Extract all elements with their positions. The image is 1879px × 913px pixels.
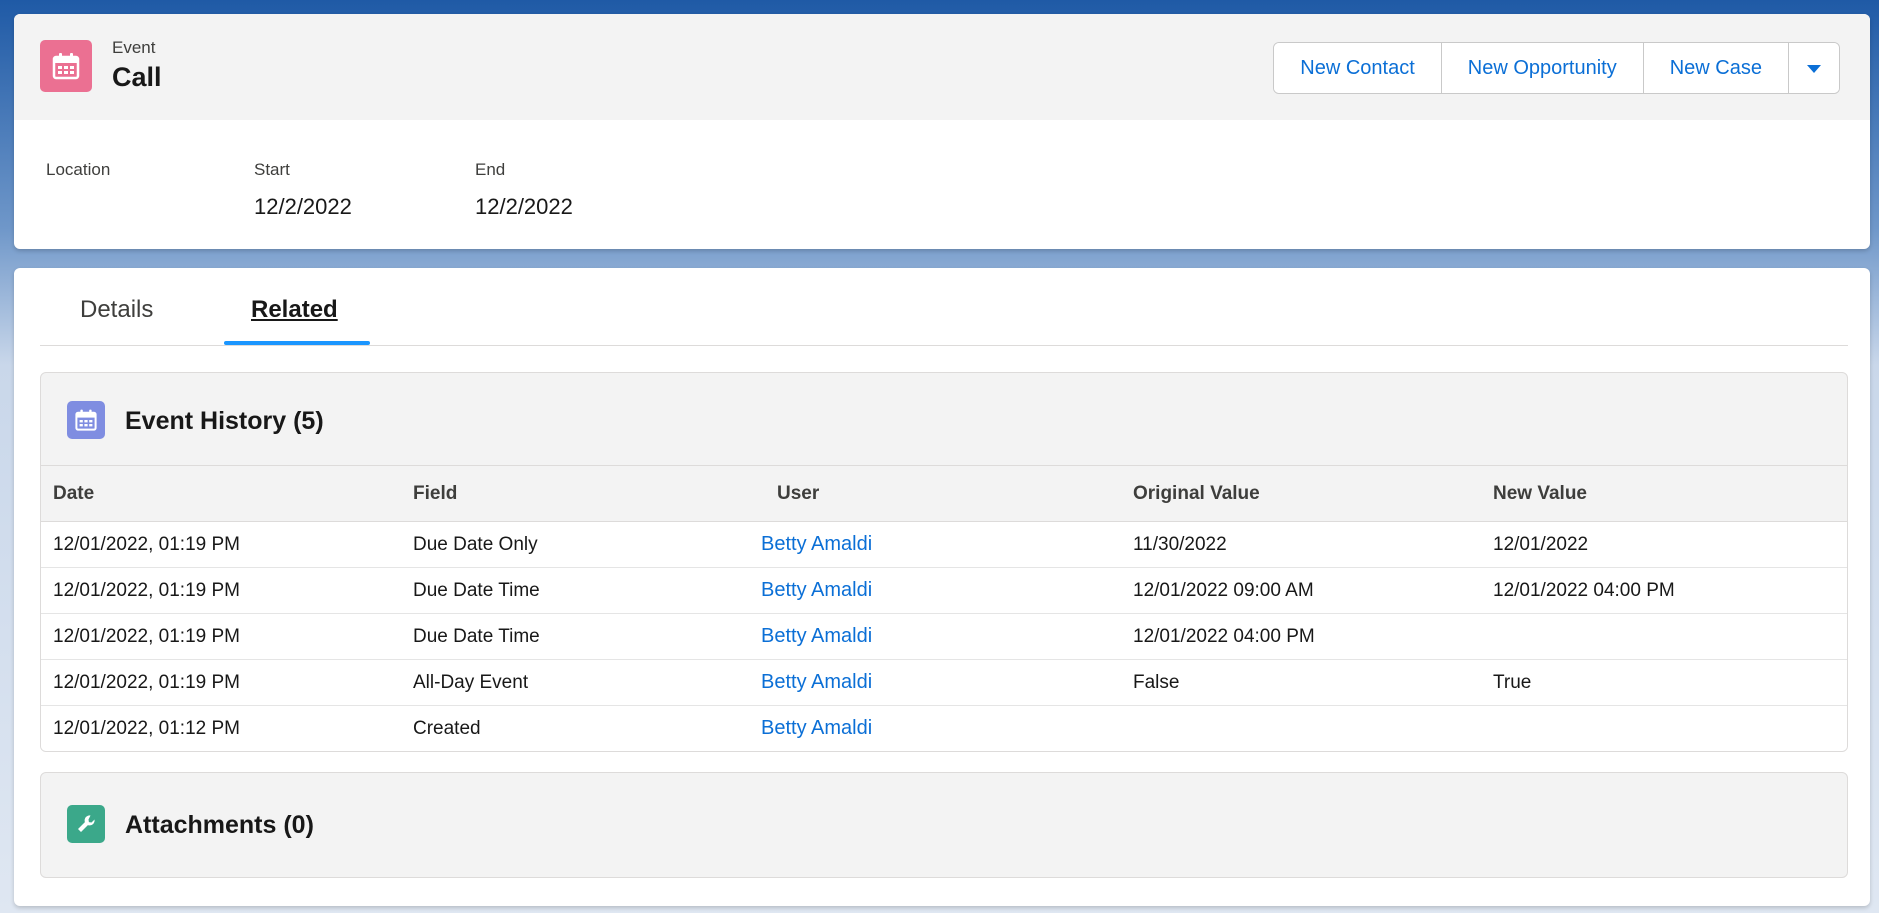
- cell-user-link[interactable]: Betty Amaldi: [761, 659, 1121, 706]
- start-field: Start 12/2/2022: [254, 160, 352, 220]
- cell-new-value: [1481, 613, 1847, 660]
- cell-original-value: 11/30/2022: [1121, 521, 1481, 568]
- new-opportunity-button[interactable]: New Opportunity: [1441, 43, 1644, 93]
- column-header-original-value[interactable]: Original Value: [1121, 465, 1481, 522]
- column-header-field[interactable]: Field: [401, 465, 761, 522]
- new-contact-button[interactable]: New Contact: [1274, 43, 1442, 93]
- entity-label: Event: [112, 38, 156, 57]
- cell-field: Due Date Time: [401, 613, 761, 660]
- table-row: 12/01/2022, 01:19 PM Due Date Only Betty…: [41, 521, 1847, 568]
- end-field: End 12/2/2022: [475, 160, 573, 220]
- cell-original-value: False: [1121, 659, 1481, 706]
- cell-date: 12/01/2022, 01:12 PM: [41, 705, 401, 751]
- cell-original-value: 12/01/2022 04:00 PM: [1121, 613, 1481, 660]
- cell-original-value: 12/01/2022 09:00 AM: [1121, 567, 1481, 614]
- new-case-button[interactable]: New Case: [1643, 43, 1789, 93]
- wrench-icon: [67, 805, 105, 843]
- location-field: Location: [46, 160, 110, 194]
- tab-related[interactable]: Related: [251, 296, 338, 324]
- cell-field: All-Day Event: [401, 659, 761, 706]
- attachments-header: Attachments (0): [41, 773, 1847, 865]
- table-row: 12/01/2022, 01:19 PM All-Day Event Betty…: [41, 659, 1847, 706]
- table-header-row: Date Field User Original Value New Value: [41, 465, 1847, 522]
- action-button-group: New Contact New Opportunity New Case: [1273, 42, 1840, 94]
- record-header: Event Call New Contact New Opportunity N…: [14, 14, 1870, 120]
- end-value: 12/2/2022: [475, 194, 573, 219]
- cell-user-link[interactable]: Betty Amaldi: [761, 613, 1121, 660]
- record-highlights-panel: Event Call New Contact New Opportunity N…: [14, 14, 1870, 249]
- related-card: Details Related Event History (5) Date F…: [14, 268, 1870, 906]
- cell-field: Created: [401, 705, 761, 751]
- attachments-related-list: Attachments (0): [40, 772, 1848, 878]
- cell-new-value: [1481, 705, 1847, 751]
- cell-field: Due Date Time: [401, 567, 761, 614]
- event-history-related-list: Event History (5) Date Field User Origin…: [40, 372, 1848, 752]
- cell-user-link[interactable]: Betty Amaldi: [761, 521, 1121, 568]
- cell-user-link[interactable]: Betty Amaldi: [761, 567, 1121, 614]
- chevron-down-icon: [1806, 57, 1822, 80]
- event-history-header: Event History (5): [41, 373, 1847, 465]
- cell-new-value: 12/01/2022: [1481, 521, 1847, 568]
- cell-user-link[interactable]: Betty Amaldi: [761, 705, 1121, 751]
- cell-date: 12/01/2022, 01:19 PM: [41, 659, 401, 706]
- cell-date: 12/01/2022, 01:19 PM: [41, 567, 401, 614]
- start-value: 12/2/2022: [254, 194, 352, 219]
- event-history-title[interactable]: Event History (5): [125, 407, 324, 436]
- cell-date: 12/01/2022, 01:19 PM: [41, 613, 401, 660]
- column-header-date[interactable]: Date: [41, 465, 401, 522]
- cell-field: Due Date Only: [401, 521, 761, 568]
- event-history-table: Date Field User Original Value New Value…: [41, 465, 1847, 751]
- tab-bar: Details Related: [40, 268, 1848, 346]
- column-header-new-value[interactable]: New Value: [1481, 465, 1847, 522]
- calendar-icon: [67, 401, 105, 439]
- cell-date: 12/01/2022, 01:19 PM: [41, 521, 401, 568]
- table-row: 12/01/2022, 01:19 PM Due Date Time Betty…: [41, 613, 1847, 660]
- column-header-user[interactable]: User: [761, 465, 1121, 522]
- more-actions-button[interactable]: [1789, 43, 1839, 93]
- attachments-title[interactable]: Attachments (0): [125, 811, 314, 840]
- cell-new-value: 12/01/2022 04:00 PM: [1481, 567, 1847, 614]
- tab-details[interactable]: Details: [80, 296, 153, 324]
- table-row: 12/01/2022, 01:12 PM Created Betty Amald…: [41, 705, 1847, 751]
- cell-new-value: True: [1481, 659, 1847, 706]
- calendar-icon: [40, 40, 92, 92]
- end-label: End: [475, 160, 506, 179]
- table-row: 12/01/2022, 01:19 PM Due Date Time Betty…: [41, 567, 1847, 614]
- active-tab-indicator: [224, 341, 370, 345]
- cell-original-value: [1121, 705, 1481, 751]
- location-label: Location: [46, 160, 111, 179]
- record-title: Call: [112, 62, 162, 92]
- start-label: Start: [254, 160, 290, 179]
- highlight-fields: Location Start 12/2/2022 End 12/2/2022: [14, 120, 1870, 249]
